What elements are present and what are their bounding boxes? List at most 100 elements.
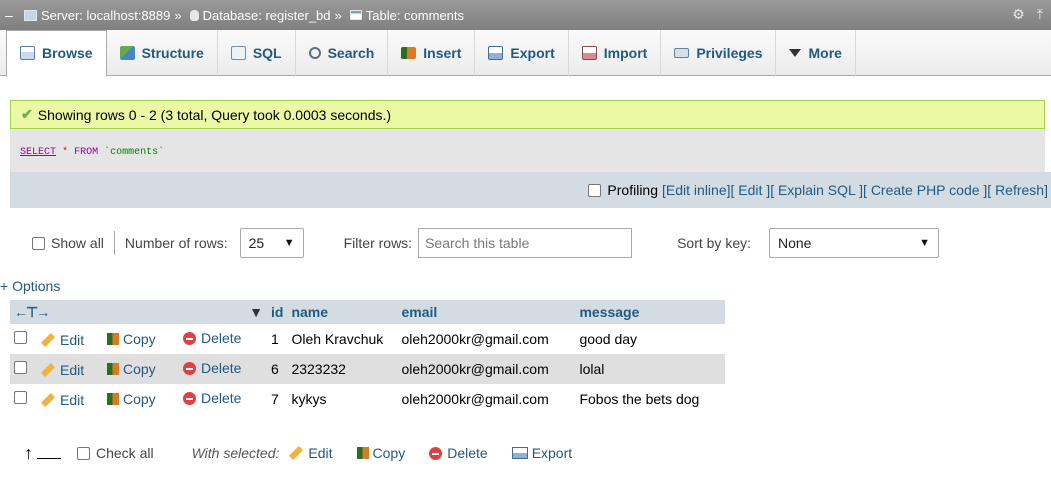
column-header-name[interactable]: name xyxy=(287,300,398,324)
success-text: Showing rows 0 - 2 (3 total, Query took … xyxy=(37,106,392,123)
copy-button[interactable]: Copy xyxy=(107,391,156,407)
tab-bar: Browse Structure SQL Search Insert Expor… xyxy=(0,29,1051,77)
breadcrumb-database[interactable]: Database: register_bd xyxy=(203,8,331,23)
copy-icon xyxy=(107,332,119,345)
tab-import[interactable]: Import xyxy=(569,29,662,76)
show-all-label: Show all xyxy=(51,235,104,251)
explain-sql-link[interactable]: [ Explain SQL ] xyxy=(770,182,863,198)
rows-select[interactable]: 25 ▼ xyxy=(239,228,304,258)
tab-label: Privileges xyxy=(696,44,763,61)
tab-insert[interactable]: Insert xyxy=(388,29,476,76)
insert-icon xyxy=(401,46,417,59)
column-header-message[interactable]: message xyxy=(575,300,726,324)
bulk-export-button[interactable]: Export xyxy=(511,445,572,461)
tab-structure[interactable]: Structure xyxy=(107,29,218,76)
arrow-line xyxy=(37,457,61,459)
filter-input[interactable]: Search this table xyxy=(418,228,633,258)
profiling-checkbox[interactable] xyxy=(588,183,602,197)
export-icon xyxy=(511,447,528,459)
sql-star: * xyxy=(62,147,69,158)
edit-button[interactable]: Edit xyxy=(40,332,85,348)
tab-label: Insert xyxy=(423,44,462,61)
row-checkbox[interactable] xyxy=(14,331,27,344)
profiling-toggle[interactable]: Profiling xyxy=(588,182,658,198)
cell-email: oleh2000kr@gmail.com xyxy=(397,354,576,384)
check-all-checkbox[interactable] xyxy=(77,446,90,460)
results-table: ←⊤→ ▼ id name email message Edit Copy De… xyxy=(10,300,726,414)
cell-message: lolal xyxy=(575,354,726,384)
query-actions-bar: Profiling [Edit inline] [ Edit ] [ Expla… xyxy=(10,172,1051,208)
copy-button[interactable]: Copy xyxy=(107,361,156,377)
row-checkbox[interactable] xyxy=(14,361,27,374)
tab-label: Export xyxy=(510,44,555,61)
bulk-edit-button[interactable]: Edit xyxy=(289,445,333,461)
edit-label: Edit xyxy=(60,362,85,378)
copy-button[interactable]: Copy xyxy=(107,331,156,347)
bulk-copy-label: Copy xyxy=(372,445,406,461)
search-icon xyxy=(308,46,321,59)
bulk-copy-button[interactable]: Copy xyxy=(356,445,406,461)
tab-sql[interactable]: SQL xyxy=(218,29,296,76)
delete-button[interactable]: Delete xyxy=(183,360,241,376)
browse-icon xyxy=(20,46,35,60)
cell-name: 2323232 xyxy=(287,354,398,384)
success-message: ✔ Showing rows 0 - 2 (3 total, Query too… xyxy=(10,100,1045,129)
breadcrumb-table[interactable]: Table: comments xyxy=(366,8,464,23)
collapse-top-icon[interactable]: ⤒ xyxy=(1037,6,1043,23)
sort-select[interactable]: None ▼ xyxy=(769,228,939,258)
edit-inline-link[interactable]: [Edit inline] xyxy=(662,182,730,198)
edit-link[interactable]: [ Edit ] xyxy=(731,182,771,198)
bulk-delete-button[interactable]: Delete xyxy=(429,445,488,461)
tab-label: More xyxy=(808,44,842,61)
delete-button[interactable]: Delete xyxy=(183,390,241,406)
bulk-actions-bar: ↑ Check all With selected: Edit Copy Del… xyxy=(24,440,596,466)
refresh-link[interactable]: [ Refresh] xyxy=(987,182,1048,198)
import-icon xyxy=(581,45,597,60)
pencil-icon xyxy=(40,332,56,348)
delete-button[interactable]: Delete xyxy=(183,330,241,346)
tab-label: Import xyxy=(603,44,648,61)
with-selected-label: With selected: xyxy=(191,445,280,461)
edit-label: Edit xyxy=(60,392,85,408)
cell-message: Fobos the bets dog xyxy=(575,384,726,414)
tab-export[interactable]: Export xyxy=(475,29,569,76)
actions-header: ←⊤→ ▼ xyxy=(10,300,267,324)
delete-label: Delete xyxy=(201,330,242,347)
checkmark-icon: ✔ xyxy=(21,106,33,122)
check-all-label[interactable]: Check all xyxy=(96,445,154,461)
tab-privileges[interactable]: Privileges xyxy=(661,29,777,76)
show-all-checkbox[interactable] xyxy=(32,236,45,250)
copy-label: Copy xyxy=(123,390,156,407)
tab-browse[interactable]: Browse xyxy=(6,29,107,77)
tab-more[interactable]: More xyxy=(776,29,856,76)
filter-label: Filter rows: xyxy=(343,235,413,251)
row-checkbox[interactable] xyxy=(14,391,27,404)
privileges-icon xyxy=(674,47,690,58)
collapse-icon[interactable]: – xyxy=(0,7,18,23)
column-header-email[interactable]: email xyxy=(397,300,576,324)
breadcrumb: Server: localhost:8889 » Database: regis… xyxy=(18,8,464,23)
delete-icon xyxy=(429,446,443,460)
sql-query-box: SELECT * FROM `comments` xyxy=(10,129,1045,172)
delete-label: Delete xyxy=(201,360,242,377)
cell-email: oleh2000kr@gmail.com xyxy=(397,324,576,354)
edit-label: Edit xyxy=(60,332,85,348)
delete-icon xyxy=(183,391,196,405)
create-php-code-link[interactable]: [ Create PHP code ] xyxy=(863,182,987,198)
column-header-id[interactable]: id xyxy=(267,300,288,324)
sort-caret-icon[interactable]: ▼ xyxy=(249,304,263,320)
copy-icon xyxy=(107,392,119,405)
pencil-icon xyxy=(40,362,56,378)
delete-label: Delete xyxy=(201,390,242,407)
table-row: Edit Copy Delete 6 2323232 oleh2000kr@gm… xyxy=(10,354,726,384)
column-resize-arrows-icon[interactable]: ←⊤→ xyxy=(14,304,50,320)
cell-message: good day xyxy=(575,324,726,354)
edit-button[interactable]: Edit xyxy=(40,392,85,408)
sql-select-keyword[interactable]: SELECT xyxy=(20,147,56,158)
breadcrumb-server[interactable]: Server: localhost:8889 xyxy=(41,8,170,23)
tab-search[interactable]: Search xyxy=(296,29,389,76)
edit-button[interactable]: Edit xyxy=(40,362,85,378)
chevron-down-icon: ▼ xyxy=(919,237,930,249)
gear-icon[interactable]: ⚙ xyxy=(1012,6,1025,23)
options-link[interactable]: + Options xyxy=(0,278,60,294)
